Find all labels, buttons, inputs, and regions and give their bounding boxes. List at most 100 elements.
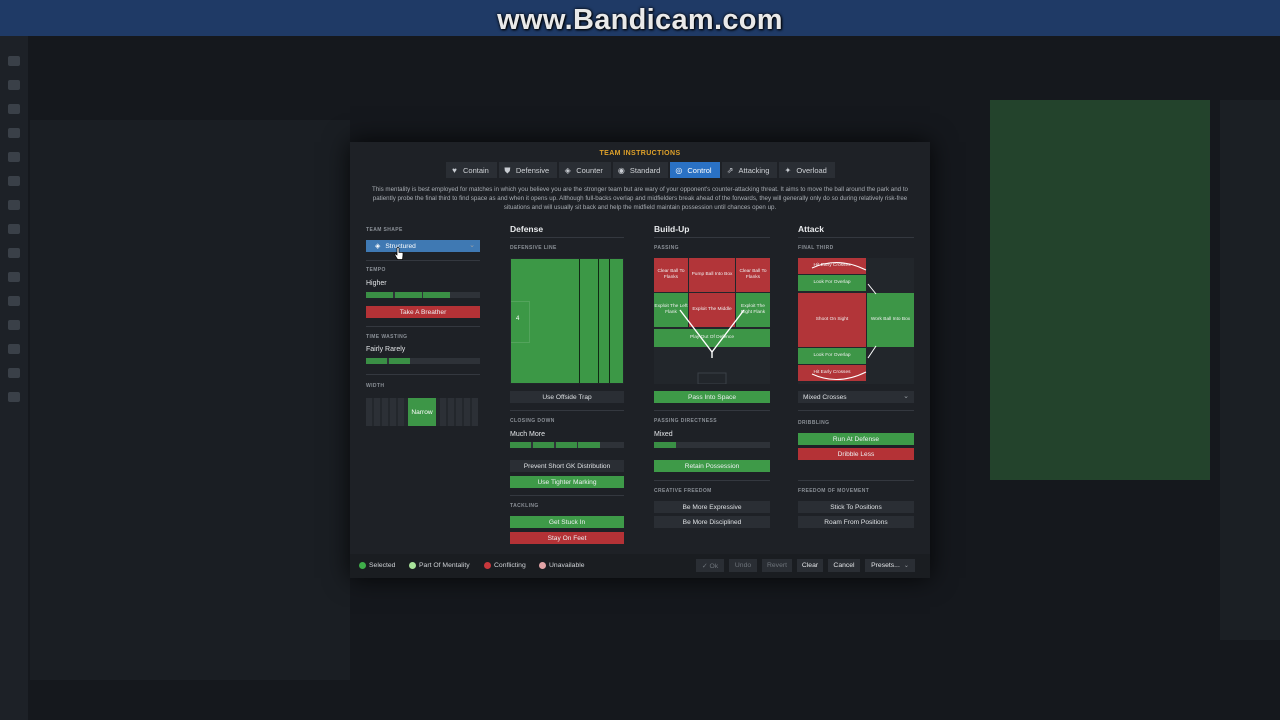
mentality-description: This mentality is best employed for matc… (372, 186, 908, 211)
level-segment (510, 442, 532, 448)
team-instructions-dialog: TEAM INSTRUCTIONS ♥ Contain ⛊ Defensive ◈ C… (350, 142, 930, 578)
mentality-tabs: ♥ Contain ⛊ Defensive ◈ Counter ◉ Standard ◎… (446, 162, 837, 178)
background-right-panel (1220, 100, 1280, 640)
level-segment (578, 442, 600, 448)
legend-part-of-mentality: Part Of Mentality (409, 562, 470, 569)
legend-conflicting: Conflicting (484, 562, 526, 569)
creative-freedom-label: CREATIVE FREEDOM (654, 488, 712, 494)
team-shape-dropdown[interactable]: ◈ Structured ⌄ (366, 240, 480, 252)
time-wasting-slider[interactable] (366, 358, 480, 364)
legend-dot (359, 562, 366, 569)
recording-watermark: www.Bandicam.com (497, 4, 783, 36)
tempo-label: TEMPO (366, 267, 386, 273)
level-segment (532, 442, 555, 448)
level-segment (423, 292, 450, 298)
revert-button[interactable]: Revert (762, 559, 792, 572)
level-segment (555, 442, 577, 448)
tackling-label: TACKLING (510, 503, 539, 509)
shield-icon: ⛊ (504, 165, 511, 175)
counter-icon: ◈ (564, 165, 571, 175)
level-segment (388, 358, 411, 364)
dribble-less-button[interactable]: Dribble Less (798, 448, 914, 460)
passing-directness-slider[interactable] (654, 442, 770, 448)
background-pitch (990, 100, 1210, 480)
defense-header: Defense (510, 224, 544, 234)
freedom-of-movement-label: FREEDOM OF MOVEMENT (798, 488, 870, 494)
dribbling-label: DRIBBLING (798, 420, 830, 426)
closing-down-label: CLOSING DOWN (510, 418, 555, 424)
prevent-short-gk-button[interactable]: Prevent Short GK Distribution (510, 460, 624, 472)
background-player-list (30, 120, 350, 680)
standard-icon: ◉ (617, 165, 625, 175)
final-third-label: FINAL THIRD (798, 245, 834, 251)
width-label: WIDTH (366, 383, 385, 389)
be-more-expressive-button[interactable]: Be More Expressive (654, 501, 770, 513)
chevron-down-icon: ⌄ (469, 242, 475, 249)
passing-directness-label: PASSING DIRECTNESS (654, 418, 717, 424)
clear-button[interactable]: Clear (797, 559, 823, 572)
tab-overload[interactable]: ✦ Overload (779, 162, 835, 178)
tab-contain[interactable]: ♥ Contain (446, 162, 497, 178)
dialog-title: TEAM INSTRUCTIONS (599, 150, 681, 157)
presets-button[interactable]: Presets... ⌄ (865, 559, 915, 572)
dialog-footer: Selected Part Of Mentality Conflicting U… (350, 554, 930, 578)
crossing-dropdown[interactable]: Mixed Crosses ⌄ (798, 391, 914, 403)
tab-defensive[interactable]: ⛊ Defensive (498, 162, 558, 178)
legend-dot (539, 562, 546, 569)
legend-dot (409, 562, 416, 569)
legend-dot (484, 562, 491, 569)
pass-into-space-button[interactable]: Pass Into Space (654, 391, 770, 403)
defensive-line-label: DEFENSIVE LINE (510, 245, 557, 251)
attacking-icon: ⇗ (726, 165, 734, 175)
tab-counter[interactable]: ◈ Counter (559, 162, 611, 178)
level-segment (366, 358, 388, 364)
take-a-breather-button[interactable]: Take A Breather (366, 306, 480, 318)
hand-cursor-icon (394, 247, 404, 260)
passing-directness-value: Mixed (654, 431, 673, 438)
team-shape-label: TEAM SHAPE (366, 227, 403, 233)
use-offside-trap-button[interactable]: Use Offside Trap (510, 391, 624, 403)
closing-down-slider[interactable] (510, 442, 624, 448)
diamond-icon: ◈ (375, 243, 381, 250)
use-tighter-marking-button[interactable]: Use Tighter Marking (510, 476, 624, 488)
level-segment (394, 292, 422, 298)
defensive-line-pitch[interactable]: 4 (510, 258, 624, 384)
time-wasting-value: Fairly Rarely (366, 346, 406, 353)
stick-to-positions-button[interactable]: Stick To Positions (798, 501, 914, 513)
chevron-down-icon: ⌄ (903, 563, 909, 569)
run-at-defense-button[interactable]: Run At Defense (798, 433, 914, 445)
tempo-slider[interactable] (366, 292, 480, 298)
tab-attacking[interactable]: ⇗ Attacking (721, 162, 778, 178)
level-segment (366, 292, 393, 298)
attack-header: Attack (798, 224, 824, 234)
passing-arrows (679, 309, 745, 384)
stay-on-feet-button[interactable]: Stay On Feet (510, 532, 624, 544)
chevron-down-icon: ⌄ (903, 393, 909, 400)
defensive-line-number: 4 (516, 316, 520, 322)
passing-label: PASSING (654, 245, 679, 251)
width-narrow[interactable]: Narrow (408, 398, 436, 426)
closing-down-value: Much More (510, 431, 546, 438)
tab-control[interactable]: ◎ Control (670, 162, 720, 178)
retain-possession-button[interactable]: Retain Possession (654, 460, 770, 472)
cancel-button[interactable]: Cancel (828, 559, 860, 572)
legend-selected: Selected (359, 562, 395, 569)
heart-icon: ♥ (452, 165, 457, 175)
tab-standard[interactable]: ◉ Standard (612, 162, 669, 178)
final-third-grid: Hit Early Crosses Look For Overlap Shoot… (798, 258, 914, 384)
time-wasting-label: TIME WASTING (366, 334, 408, 340)
background-sidebar (0, 36, 28, 720)
level-segment (654, 442, 676, 448)
get-stuck-in-button[interactable]: Get Stuck In (510, 516, 624, 528)
undo-button[interactable]: Undo (729, 559, 757, 572)
tempo-value: Higher (366, 280, 387, 287)
roam-from-positions-button[interactable]: Roam From Positions (798, 516, 914, 528)
passing-grid: Clear Ball To Flanks Pump Ball Into Box … (654, 258, 770, 384)
attack-arrows (811, 262, 877, 380)
overload-icon: ✦ (784, 165, 792, 175)
be-more-disciplined-button[interactable]: Be More Disciplined (654, 516, 770, 528)
build-up-header: Build-Up (654, 224, 690, 234)
ok-button[interactable]: ✓ Ok (696, 559, 724, 572)
width-selector[interactable]: Narrow (366, 398, 478, 426)
legend-unavailable: Unavailable (539, 562, 585, 569)
